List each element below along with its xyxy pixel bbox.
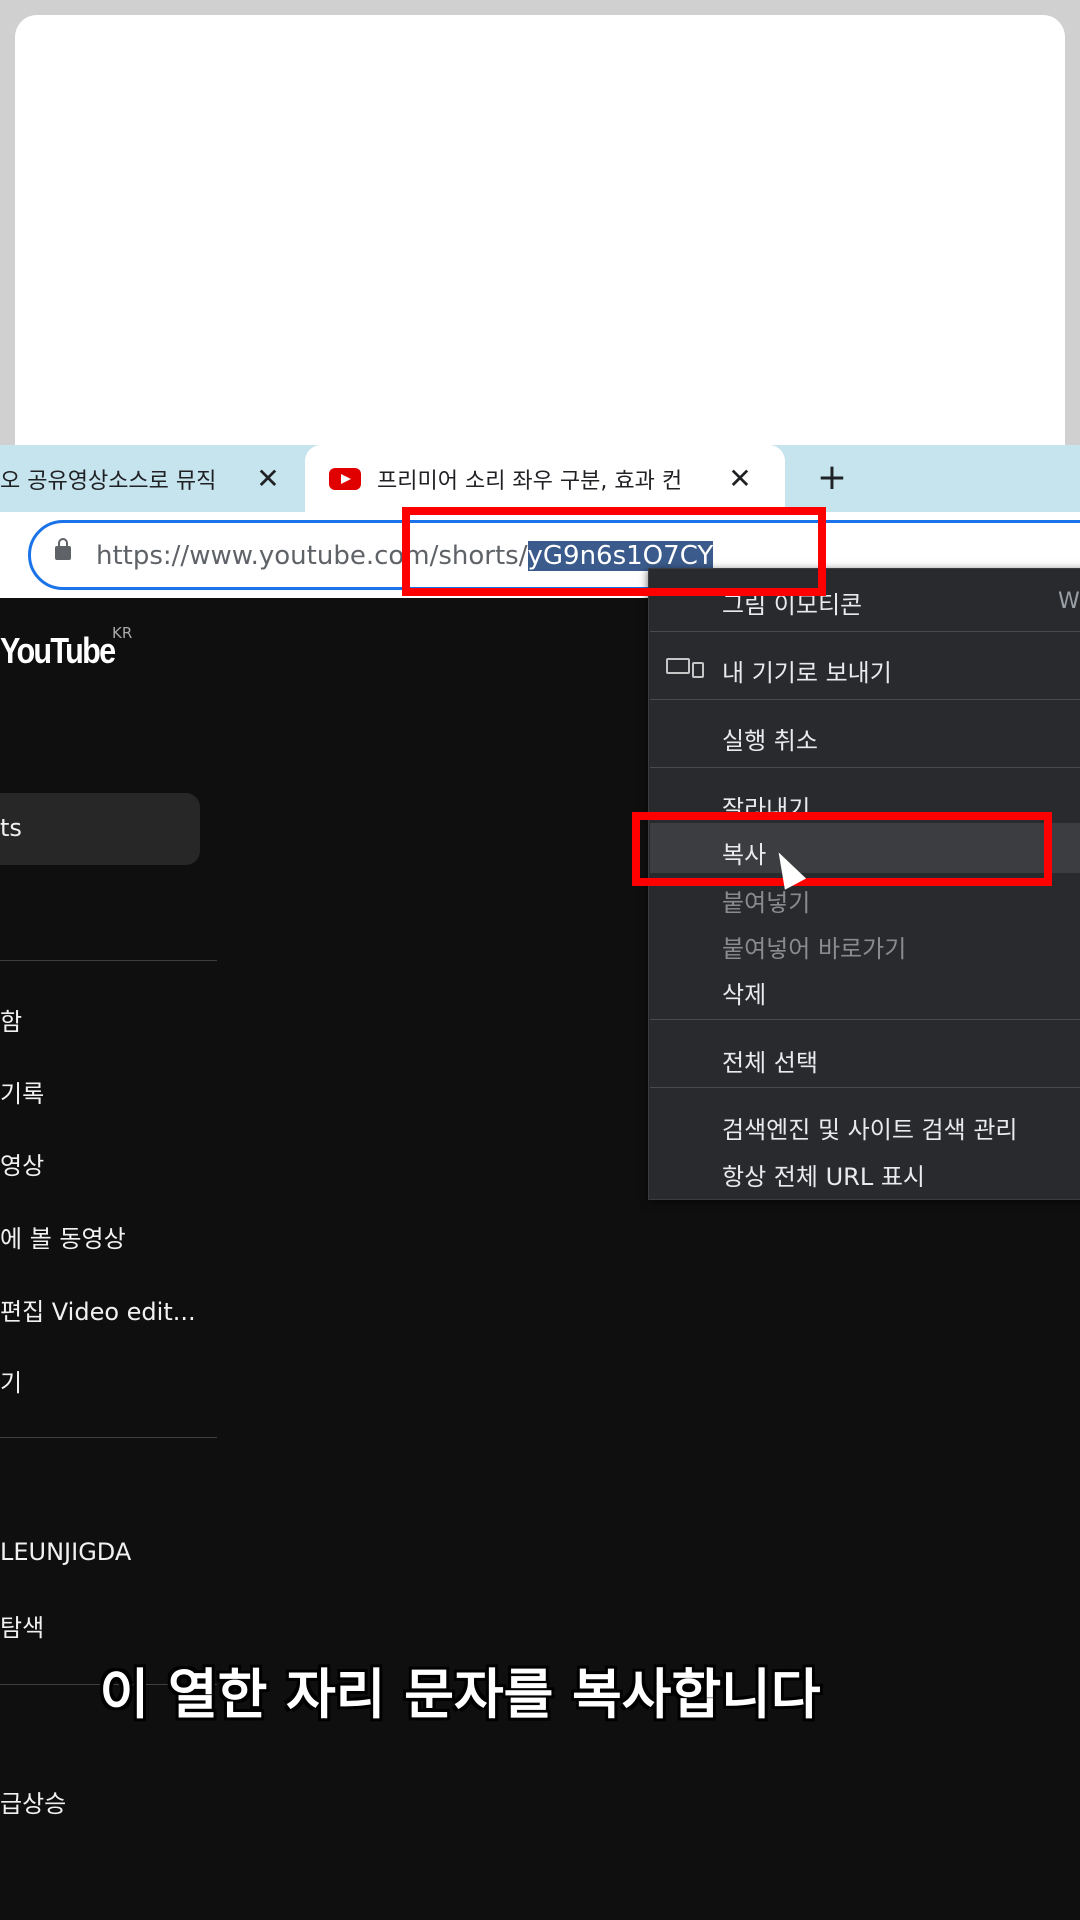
tab-title: 프리미어 소리 좌우 구분, 효과 컨 <box>377 468 683 494</box>
menu-item-paste: 붙여넣기 <box>722 889 811 917</box>
menu-item-manage-search-engines[interactable]: 검색엔진 및 사이트 검색 관리 <box>722 1110 1017 1145</box>
close-tab-icon[interactable]: ✕ <box>250 462 286 495</box>
tab-title: 오 공유영상소스로 뮤직 <box>0 468 217 494</box>
tab-strip: 오 공유영상소스로 뮤직 ✕ 프리미어 소리 좌우 구분, 효과 컨 ✕ <box>0 445 1080 512</box>
new-tab-button[interactable]: + <box>812 455 852 501</box>
close-tab-icon[interactable]: ✕ <box>722 462 758 495</box>
sidebar-item[interactable]: 편집 Video edit... <box>0 1292 196 1327</box>
youtube-favicon-icon <box>329 467 361 490</box>
menu-separator <box>650 699 1080 700</box>
menu-item-undo[interactable]: 실행 취소 <box>722 721 818 756</box>
menu-item-delete[interactable]: 삭제 <box>722 975 766 1010</box>
region-label: KR <box>112 624 133 642</box>
menu-separator <box>650 631 1080 632</box>
sidebar-item-label: ts <box>0 814 22 842</box>
sidebar-item-channel[interactable]: LEUNJIGDA <box>0 1538 131 1566</box>
sidebar-item-shorts[interactable] <box>0 793 200 865</box>
lock-icon[interactable] <box>55 538 71 560</box>
sidebar-divider <box>0 1437 217 1438</box>
tab-active[interactable]: 프리미어 소리 좌우 구분, 효과 컨 ✕ <box>305 445 785 512</box>
device-icon <box>666 658 704 678</box>
copy-highlight-box <box>632 812 1052 886</box>
menu-shortcut: W <box>1058 589 1080 614</box>
sidebar-item[interactable]: 기록 <box>0 1074 44 1109</box>
sidebar-item[interactable]: 기 <box>0 1363 22 1398</box>
sidebar-item-trending[interactable]: 급상승 <box>0 1784 66 1819</box>
sidebar-item[interactable]: 함 <box>0 1002 22 1037</box>
url-highlight-box <box>402 507 826 596</box>
blank-window-area <box>15 15 1065 445</box>
menu-item-send-to-device[interactable]: 내 기기로 보내기 <box>722 653 892 688</box>
tab-inactive[interactable]: 오 공유영상소스로 뮤직 ✕ <box>0 445 300 512</box>
sidebar-item[interactable]: 영상 <box>0 1146 44 1181</box>
menu-item-paste-and-go: 붙여넣어 바로가기 <box>722 935 907 963</box>
menu-item-select-all[interactable]: 전체 선택 <box>722 1043 818 1078</box>
sidebar-item[interactable]: 에 볼 동영상 <box>0 1219 126 1254</box>
menu-separator <box>650 1019 1080 1020</box>
menu-item-show-full-url[interactable]: 항상 전체 URL 표시 <box>722 1157 925 1192</box>
menu-separator <box>650 1087 1080 1088</box>
sidebar-item[interactable]: 탐색 <box>0 1608 44 1643</box>
youtube-logo[interactable]: YouTube <box>0 630 116 672</box>
menu-separator <box>650 767 1080 768</box>
subtitle-caption: 이 열한 자리 문자를 복사합니다 <box>99 1663 821 1726</box>
sidebar-divider <box>0 960 217 961</box>
